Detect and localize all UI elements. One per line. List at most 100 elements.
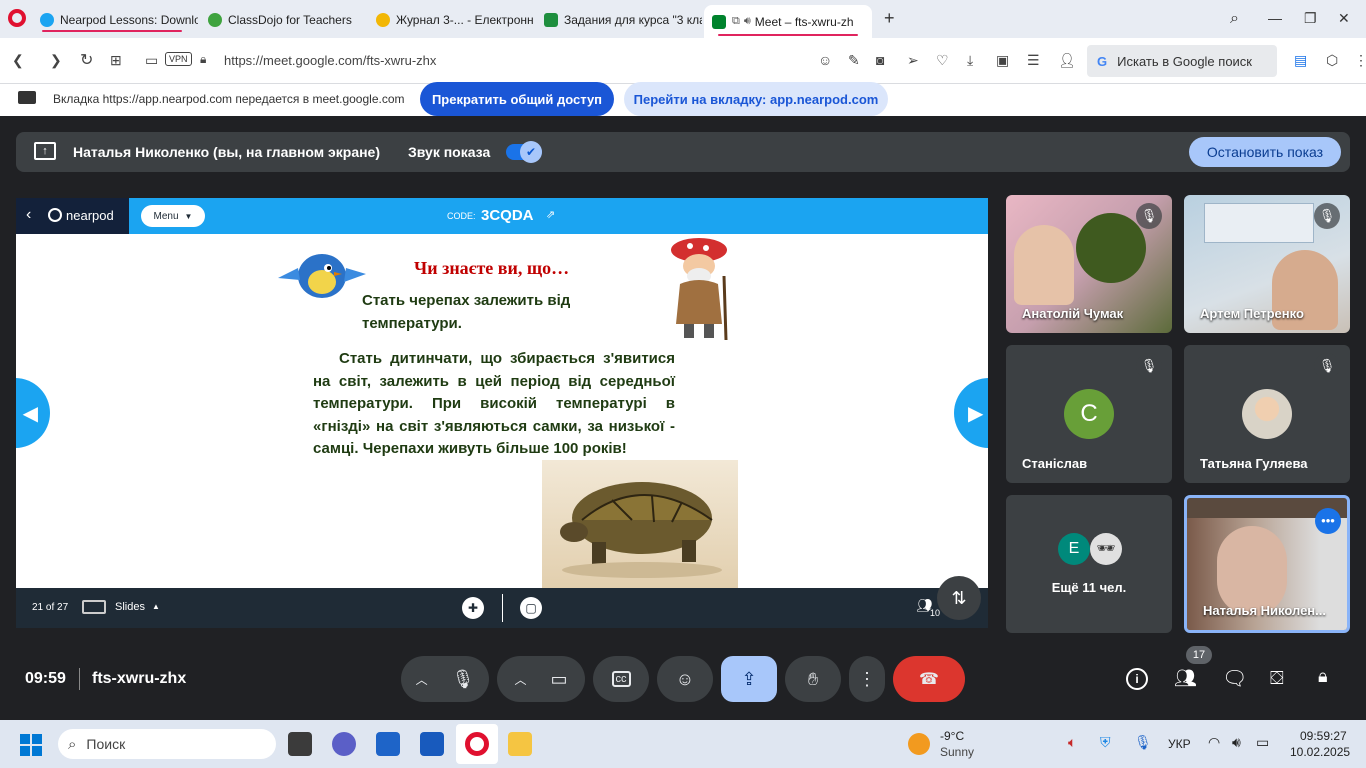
participant-tile[interactable]: С 🎙︎ Станіслав [1006, 345, 1172, 483]
meeting-details-icon[interactable]: i [1126, 668, 1148, 690]
camera-icon[interactable]: ▭ [551, 669, 568, 690]
more-vert-icon: ⋮ [858, 668, 876, 689]
tab-journal[interactable]: Журнал 3-... - Електронні [368, 6, 534, 34]
language-indicator[interactable]: УКР [1168, 737, 1191, 751]
microphone-icon[interactable]: 🎙︎ [452, 669, 475, 690]
microphone-tray-icon[interactable]: 🎙︎ [1134, 734, 1152, 751]
host-controls-icon[interactable]: 🔒︎ [1318, 666, 1328, 687]
word-icon[interactable] [420, 732, 444, 756]
prev-slide-button[interactable]: ◀ [16, 378, 50, 448]
camera-icon[interactable]: ◙ [876, 52, 884, 68]
slides-label[interactable]: Slides [115, 601, 145, 613]
more-options-button[interactable]: ⋮ [849, 656, 885, 702]
self-tile[interactable]: ••• Наталья Николен... [1184, 495, 1350, 633]
tab-nearpod[interactable]: Nearpod Lessons: Downlo [32, 6, 198, 34]
profile-icon[interactable]: 👤︎ [1058, 52, 1076, 69]
sharing-banner: Вкладка https://app.nearpod.com передает… [0, 82, 1366, 116]
emoji-icon[interactable]: ☺ [818, 52, 832, 68]
maximize-icon[interactable]: ❐ [1304, 10, 1317, 27]
stop-presenting-button[interactable]: Остановить показ [1189, 137, 1341, 167]
nearpod-bottom-bar: 21 of 27 Slides ▲ ✚ ▢ 👥︎ 10 [16, 588, 988, 628]
battery-icon[interactable]: ▭ [1256, 734, 1269, 751]
opera-logo-icon[interactable] [8, 9, 26, 27]
download-icon[interactable]: ⤓ [967, 52, 973, 69]
captions-button[interactable]: cc [593, 656, 649, 702]
speed-dial-icon[interactable]: ⊞ [110, 52, 122, 69]
people-icon[interactable]: 👥︎ [1174, 668, 1197, 689]
forward-icon[interactable]: ❯ [50, 52, 62, 69]
defender-icon[interactable]: ⛨ [1100, 734, 1111, 751]
store-icon[interactable] [376, 732, 400, 756]
weather-sun-icon[interactable] [908, 733, 930, 755]
edit-icon[interactable]: ✎ [848, 52, 860, 69]
next-slide-button[interactable]: ▶ [954, 378, 988, 448]
search-tabs-icon[interactable]: ⌕ [1230, 10, 1239, 28]
back-chevron-icon[interactable]: ‹ [26, 206, 31, 224]
caret-down-icon: ▼ [184, 211, 193, 221]
session-code: 3CQDA [481, 207, 534, 224]
minimize-icon[interactable]: — [1268, 10, 1282, 26]
more-participants-tile[interactable]: Е 🕶︎ Ещё 11 чел. [1006, 495, 1172, 633]
add-activity-icon[interactable]: ✚ [462, 597, 484, 619]
teams-icon[interactable] [332, 732, 356, 756]
avatar: С [1064, 389, 1114, 439]
lock-icon[interactable]: 🔒︎ [200, 52, 206, 67]
volume-muted-icon[interactable]: 🔈︎ [1068, 734, 1076, 751]
leave-call-button[interactable]: ☎︎ [893, 656, 965, 702]
goto-tab-button[interactable]: Перейти на вкладку: app.nearpod.com [624, 82, 888, 116]
speaker-tray-icon[interactable]: 🔊︎ [1232, 734, 1241, 751]
participant-tile[interactable]: 🎙︎ Татьяна Гуляева [1184, 345, 1350, 483]
chat-icon[interactable]: 🗨︎ [1222, 666, 1247, 691]
player-icon[interactable]: ▣ [996, 52, 1009, 69]
participant-name: Наталья Николен... [1203, 603, 1326, 618]
reload-icon[interactable]: ↻ [80, 50, 93, 70]
stop-sharing-button[interactable]: Прекратить общий доступ [420, 82, 614, 116]
slide-body: Стать дитинчати, що збирається з'явитися… [313, 350, 675, 457]
extensions-cube-icon[interactable]: ⬡ [1326, 52, 1338, 69]
clock-time[interactable]: 09:59:27 [1300, 729, 1347, 743]
menu-button[interactable]: Menu ▼ [141, 205, 205, 227]
tab-classdojo[interactable]: ClassDojo for Teachers [200, 6, 366, 34]
participant-tile[interactable]: 🎙︎ Артем Петренко [1184, 195, 1350, 333]
audio-toggle[interactable]: ✔ [506, 141, 542, 163]
external-link-icon[interactable]: ⇗ [546, 208, 555, 221]
opera-icon[interactable] [465, 732, 489, 756]
google-search-box[interactable]: G Искать в Google поиск [1087, 45, 1277, 77]
video-options-chevron-icon[interactable]: ︿ [514, 671, 526, 688]
wifi-icon[interactable]: ◠ [1208, 734, 1220, 751]
slides-icon[interactable] [82, 600, 106, 614]
menu-dots-icon[interactable]: ⋮ [1354, 52, 1366, 69]
easy-setup-icon[interactable]: ☰ [1027, 52, 1040, 69]
present-button[interactable]: ⇪ [721, 656, 777, 702]
speaker-icon[interactable]: 🔊︎ [744, 15, 751, 28]
url-field[interactable]: https://meet.google.com/fts-xwru-zhx [224, 53, 436, 68]
raise-hand-button[interactable]: ✋︎ [785, 656, 841, 702]
audio-options-chevron-icon[interactable]: ︿ [416, 671, 428, 688]
tab-pip-icon[interactable]: ⧉ [732, 15, 740, 28]
windows-start-icon[interactable] [20, 734, 42, 756]
file-explorer-icon[interactable] [508, 732, 532, 756]
send-icon[interactable]: ➢ [907, 52, 919, 69]
emoji-button[interactable]: ☺ [657, 656, 713, 702]
vpn-badge[interactable]: VPN [165, 52, 192, 66]
snapshot-icon[interactable]: ▭ [145, 52, 158, 69]
task-view-icon[interactable] [288, 732, 312, 756]
clock-date[interactable]: 10.02.2025 [1290, 745, 1350, 759]
sidebar-icon[interactable]: ▤ [1294, 52, 1307, 69]
tab-meet[interactable]: ⧉ 🔊︎ Meet – fts-xwru-zh [704, 5, 872, 38]
taskbar-search[interactable]: ⌕ Поиск [58, 729, 276, 759]
heart-icon[interactable]: ♡ [936, 52, 949, 69]
close-icon[interactable]: ✕ [1338, 10, 1350, 27]
search-placeholder: Поиск [86, 736, 126, 752]
new-tab-plus-icon[interactable]: + [884, 8, 895, 29]
tab-classroom[interactable]: Задания для курса "3 кла [536, 6, 702, 34]
back-icon[interactable]: ❮ [12, 52, 24, 69]
turtle-illustration [560, 482, 722, 578]
menu-label: Menu [153, 210, 179, 222]
whiteboard-icon[interactable]: ▢ [520, 597, 542, 619]
participant-tile[interactable]: 🎙︎ Анатолій Чумак [1006, 195, 1172, 333]
swap-layout-button[interactable]: ⇅ [937, 576, 981, 620]
more-options-icon[interactable]: ••• [1315, 508, 1341, 534]
caret-up-icon[interactable]: ▲ [152, 602, 160, 611]
activities-icon[interactable]: ⛋ [1270, 668, 1284, 689]
